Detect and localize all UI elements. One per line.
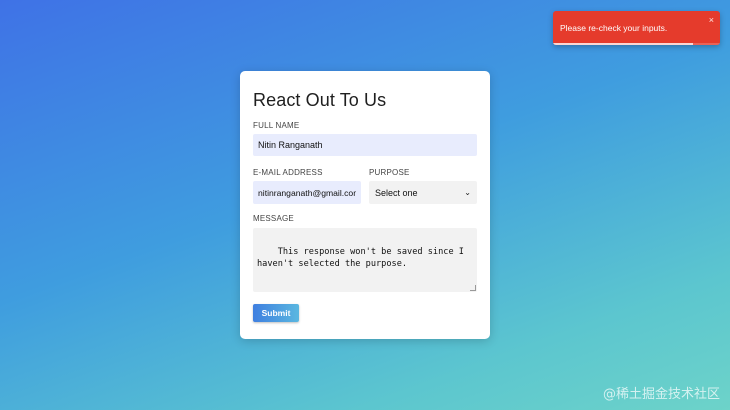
close-icon[interactable]: × xyxy=(709,15,714,25)
message-textarea[interactable]: This response won't be saved since I hav… xyxy=(253,228,477,292)
resize-handle-icon[interactable] xyxy=(470,285,476,291)
toast-message: Please re-check your inputs. xyxy=(560,23,668,33)
message-text: This response won't be saved since I hav… xyxy=(257,247,470,269)
email-label: E-MAIL ADDRESS xyxy=(253,168,323,177)
toast-progress-track xyxy=(553,43,720,45)
purpose-select[interactable]: Select one ⌄ xyxy=(369,181,477,204)
purpose-selected-value: Select one xyxy=(375,187,418,198)
full-name-input[interactable] xyxy=(253,134,477,156)
message-label: MESSAGE xyxy=(253,214,294,223)
watermark-text: @稀土掘金技术社区 xyxy=(602,387,720,402)
form-title: React Out To Us xyxy=(253,90,387,110)
full-name-label: FULL NAME xyxy=(253,121,300,130)
email-input[interactable] xyxy=(253,181,361,204)
chevron-down-icon: ⌄ xyxy=(464,188,471,197)
error-toast: Please re-check your inputs. × xyxy=(553,11,720,45)
toast-progress-bar xyxy=(553,43,694,45)
contact-form-card: React Out To Us FULL NAME E-MAIL ADDRESS… xyxy=(240,71,490,339)
purpose-label: PURPOSE xyxy=(369,168,410,177)
submit-button[interactable]: Submit xyxy=(253,304,299,322)
